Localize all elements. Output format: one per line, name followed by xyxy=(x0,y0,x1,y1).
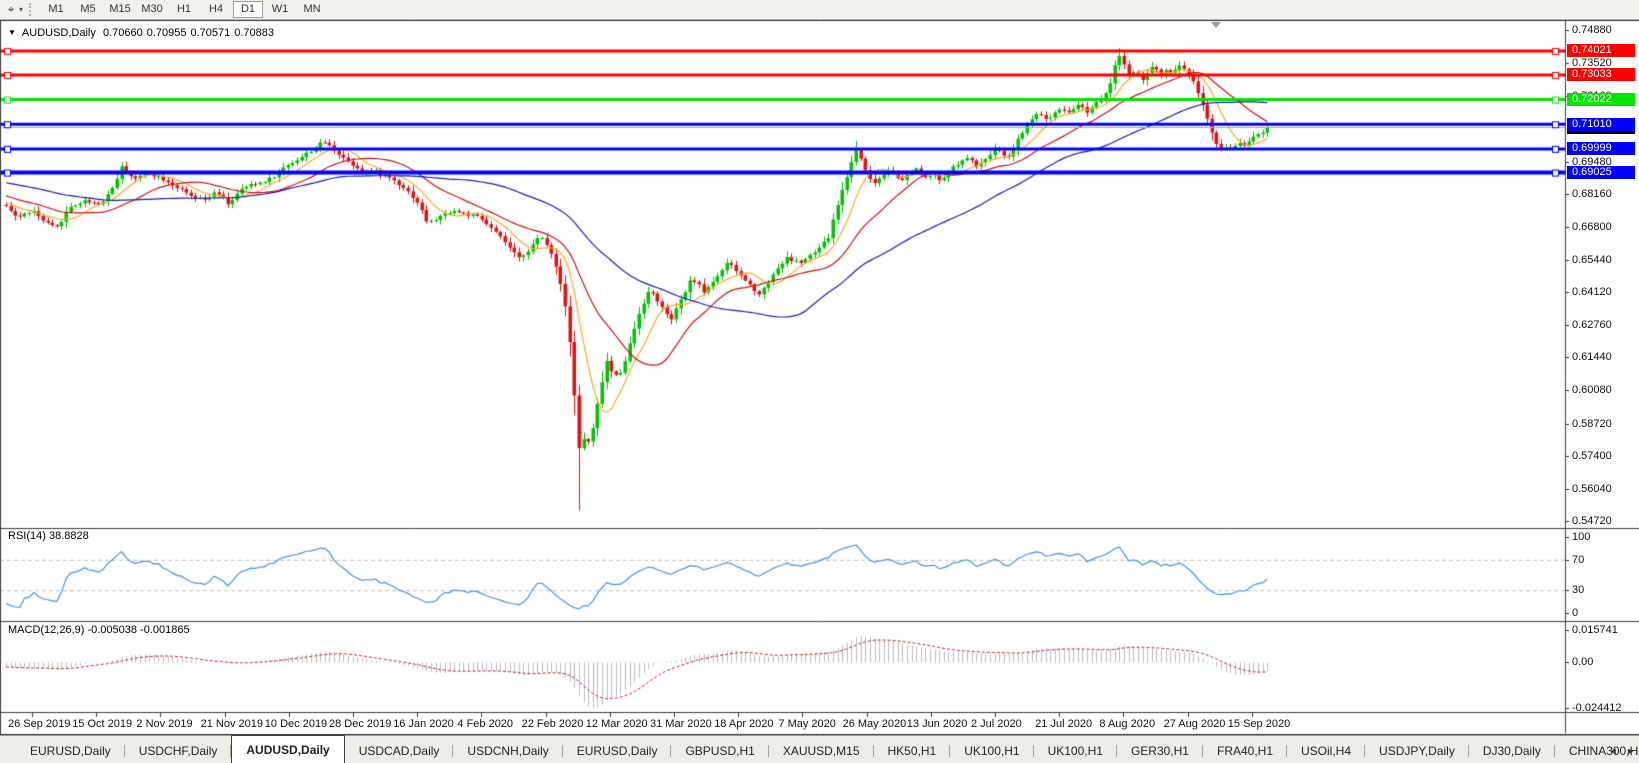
timeframe-button-m5[interactable]: M5 xyxy=(73,1,103,18)
chart-tab-uk100-h1[interactable]: UK100,H1 xyxy=(1034,739,1117,763)
tab-scroll-arrows: ◄ ► xyxy=(1603,746,1635,756)
rsi-pane-label: RSI(14) 38.8828 xyxy=(8,530,89,542)
chart-tab-usoil-h4[interactable]: USOil,H4 xyxy=(1287,739,1365,763)
hline-price-label: 0.73033 xyxy=(1567,68,1635,81)
axis-price-label: 0.68160 xyxy=(1572,188,1612,200)
date-axis-label: 7 May 2020 xyxy=(778,718,835,730)
chart-tab-bar: EURUSD,DailyUSDCHF,DailyAUDUSD,DailyUSDC… xyxy=(0,735,1639,763)
axis-price-label: 0.64120 xyxy=(1572,286,1612,298)
date-axis-label: 18 Apr 2020 xyxy=(714,718,773,730)
crosshair-icon[interactable]: ⌖ xyxy=(3,2,19,17)
axis-price-label: 0.61440 xyxy=(1572,351,1612,363)
chart-canvas[interactable] xyxy=(0,20,1639,735)
hline-price-label: 0.69999 xyxy=(1567,142,1635,155)
rsi-scale-label: 30 xyxy=(1572,584,1584,596)
date-axis-label: 2 Jul 2020 xyxy=(971,718,1022,730)
chart-shift-marker-icon xyxy=(1211,22,1221,28)
date-axis-label: 15 Sep 2020 xyxy=(1228,718,1290,730)
caret-down-icon[interactable]: ▾ xyxy=(19,5,23,14)
hline-price-label: 0.74021 xyxy=(1567,44,1635,57)
rsi-scale-label: 70 xyxy=(1572,554,1584,566)
chart-tab-usdcnh-daily[interactable]: USDCNH,Daily xyxy=(453,739,562,763)
timeframe-button-w1[interactable]: W1 xyxy=(265,1,295,18)
date-axis-label: 21 Jul 2020 xyxy=(1035,718,1092,730)
date-axis-label: 31 Mar 2020 xyxy=(650,718,712,730)
date-axis-label: 28 Dec 2019 xyxy=(329,718,391,730)
date-axis-label: 4 Feb 2020 xyxy=(457,718,513,730)
chart-ohlc-title: ▼ AUDUSD,Daily 0.70660 0.709550.70571 0.708… xyxy=(8,27,278,39)
timeframe-button-h4[interactable]: H4 xyxy=(201,1,231,18)
chart-tab-ger30-h1[interactable]: GER30,H1 xyxy=(1117,739,1203,763)
date-axis-label: 8 Aug 2020 xyxy=(1099,718,1155,730)
macd-scale-label: 0.00 xyxy=(1572,656,1593,668)
chart-tab-xauusd-m15[interactable]: XAUUSD,M15 xyxy=(769,739,874,763)
hline-price-label: 0.71010 xyxy=(1567,118,1635,131)
chart-tab-gbpusd-h1[interactable]: GBPUSD,H1 xyxy=(671,739,768,763)
timeframe-button-mn[interactable]: MN xyxy=(297,1,327,18)
date-axis-label: 22 Feb 2020 xyxy=(522,718,584,730)
axis-price-label: 0.57400 xyxy=(1572,450,1612,462)
axis-price-label: 0.60080 xyxy=(1572,384,1612,396)
chart-tab-usdcad-daily[interactable]: USDCAD,Daily xyxy=(345,739,454,763)
chart-tab-eurusd-daily[interactable]: EURUSD,Daily xyxy=(16,739,125,763)
axis-price-label: 0.66800 xyxy=(1572,221,1612,233)
date-axis-label: 16 Jan 2020 xyxy=(393,718,454,730)
hline-price-label: 0.72022 xyxy=(1567,93,1635,106)
macd-scale-label: 0.015741 xyxy=(1572,624,1618,636)
axis-price-label: 0.62760 xyxy=(1572,319,1612,331)
date-axis-label: 10 Dec 2019 xyxy=(265,718,327,730)
chart-symbol: AUDUSD,Daily xyxy=(22,27,96,39)
chart-tab-dj30-daily[interactable]: DJ30,Daily xyxy=(1469,739,1555,763)
rsi-scale-label: 100 xyxy=(1572,531,1590,543)
axis-price-label: 0.65440 xyxy=(1572,254,1612,266)
ohlc-high: 0.70955 xyxy=(147,27,187,39)
timeframe-button-d1[interactable]: D1 xyxy=(233,1,263,18)
chart-tab-eurusd-daily[interactable]: EURUSD,Daily xyxy=(563,739,672,763)
chart-tab-uk100-h1[interactable]: UK100,H1 xyxy=(950,739,1033,763)
macd-scale-label: -0.024412 xyxy=(1572,702,1622,714)
ohlc-close: 0.70883 xyxy=(234,27,274,39)
chart-tab-audusd-daily[interactable]: AUDUSD,Daily xyxy=(231,735,344,763)
date-axis-label: 12 Mar 2020 xyxy=(586,718,648,730)
hline-price-label: 0.69025 xyxy=(1567,166,1635,179)
timeframe-button-h1[interactable]: H1 xyxy=(169,1,199,18)
date-axis-label: 2 Nov 2019 xyxy=(136,718,192,730)
axis-price-label: 0.58720 xyxy=(1572,418,1612,430)
timeframe-button-m15[interactable]: M15 xyxy=(105,1,135,18)
ohlc-low: 0.70571 xyxy=(190,27,230,39)
symbol-collapse-icon[interactable]: ▼ xyxy=(8,28,16,37)
date-axis-label: 26 Sep 2019 xyxy=(8,718,70,730)
tab-scroll-left-icon[interactable]: ◄ xyxy=(1609,746,1618,756)
date-axis-label: 15 Oct 2019 xyxy=(72,718,132,730)
mt4-terminal: ⌖ ▾ M1M5M15M30H1H4D1W1MN ▼ AUDUSD,Daily 0… xyxy=(0,0,1639,763)
date-axis-label: 21 Nov 2019 xyxy=(201,718,263,730)
chart-tab-usdjpy-daily[interactable]: USDJPY,Daily xyxy=(1365,739,1469,763)
timeframe-toolbar: ⌖ ▾ M1M5M15M30H1H4D1W1MN xyxy=(0,0,1639,20)
chart-window: ▼ AUDUSD,Daily 0.70660 0.709550.70571 0.708… xyxy=(0,20,1639,735)
toolbar-separator xyxy=(29,3,34,16)
axis-price-label: 0.74880 xyxy=(1572,24,1612,36)
axis-price-label: 0.73520 xyxy=(1572,57,1612,69)
macd-pane-label: MACD(12,26,9) -0.005038 -0.001865 xyxy=(8,624,190,636)
date-axis-label: 13 Jun 2020 xyxy=(907,718,968,730)
axis-price-label: 0.56040 xyxy=(1572,483,1612,495)
axis-price-label: 0.54720 xyxy=(1572,515,1612,527)
rsi-scale-label: 0 xyxy=(1572,607,1578,619)
ohlc-open: 0.70660 xyxy=(103,27,143,39)
chart-tab-hk50-h1[interactable]: HK50,H1 xyxy=(874,739,951,763)
chart-tab-usdchf-daily[interactable]: USDCHF,Daily xyxy=(125,739,232,763)
timeframe-button-m30[interactable]: M30 xyxy=(137,1,167,18)
date-axis-label: 27 Aug 2020 xyxy=(1164,718,1226,730)
timeframe-button-m1[interactable]: M1 xyxy=(41,1,71,18)
date-axis-label: 26 May 2020 xyxy=(843,718,907,730)
tab-scroll-right-icon[interactable]: ► xyxy=(1626,746,1635,756)
chart-tab-fra40-h1[interactable]: FRA40,H1 xyxy=(1203,739,1287,763)
